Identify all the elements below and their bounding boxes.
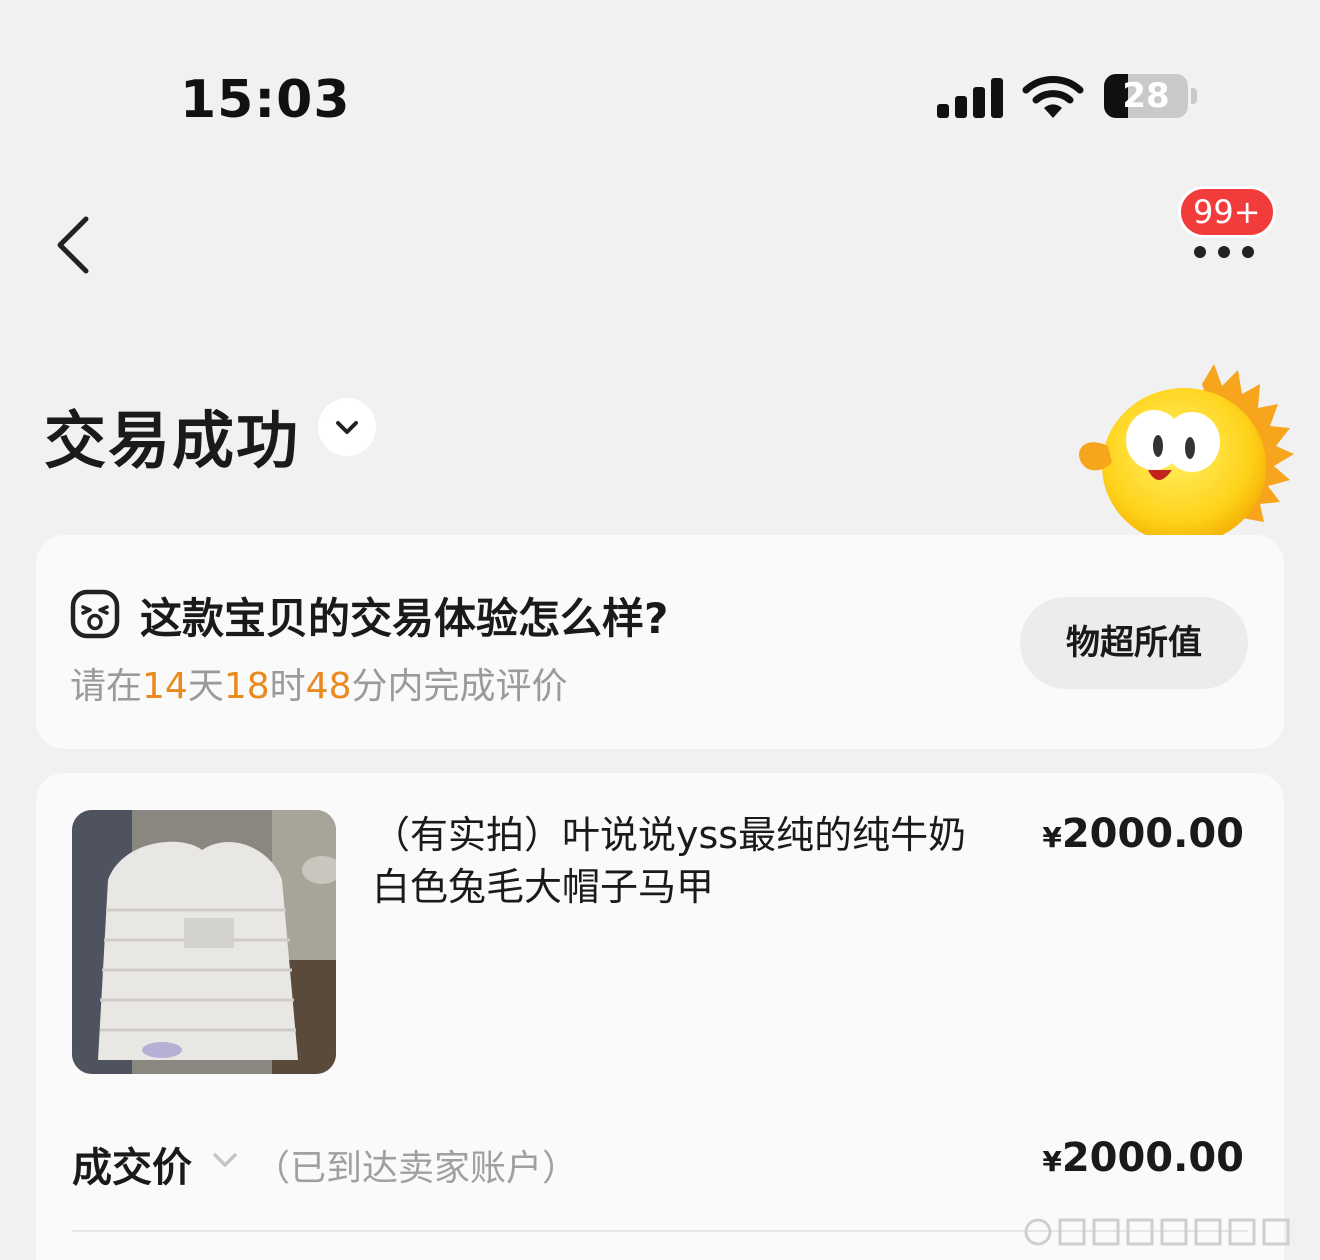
chevron-down-icon	[213, 1153, 237, 1167]
product-price-currency: ¥	[1042, 821, 1062, 854]
watermark-logo	[1024, 1218, 1290, 1246]
deadline-minutes: 48	[305, 666, 352, 707]
deadline-suffix: 分内完成评价	[351, 666, 568, 707]
review-deadline: 请在14天18时48分内完成评价	[70, 657, 568, 709]
deadline-days: 14	[142, 666, 188, 707]
page-title: 交易成功	[44, 404, 301, 477]
mascot-fish-icon	[1078, 364, 1294, 538]
order-detail-page: 15:03 28 99+ 交易成功 这款宝贝的交易体验怎么样? 请在14天18时…	[0, 0, 1320, 1260]
deal-expand-button[interactable]	[208, 1145, 242, 1175]
deadline-days-unit: 天	[187, 666, 224, 707]
more-dot	[1218, 246, 1230, 258]
wifi-icon	[1022, 76, 1084, 118]
deal-price-note: （已到达卖家账户）	[254, 1148, 579, 1189]
more-dots-icon	[1194, 246, 1206, 258]
face-icon	[70, 589, 120, 639]
deal-price-label: 成交价	[72, 1145, 192, 1191]
battery-level: 28	[1122, 76, 1170, 116]
chevron-left-icon	[57, 216, 89, 274]
battery-icon: 28	[1104, 74, 1188, 118]
status-dropdown-button[interactable]	[318, 398, 376, 456]
battery-cap	[1191, 88, 1197, 104]
product-price-value: 2000.00	[1061, 811, 1244, 857]
deal-price-currency: ¥	[1042, 1145, 1062, 1178]
review-question: 这款宝贝的交易体验怎么样?	[140, 594, 669, 643]
product-image[interactable]	[72, 810, 336, 1074]
chevron-down-icon	[336, 421, 358, 434]
rate-good-value-button[interactable]: 物超所值	[1020, 597, 1248, 689]
more-dot	[1242, 246, 1254, 258]
deadline-hours: 18	[223, 666, 270, 707]
review-card: 这款宝贝的交易体验怎么样? 请在14天18时48分内完成评价 物超所值	[36, 535, 1284, 749]
notification-badge: 99+	[1178, 186, 1276, 238]
back-button[interactable]	[50, 215, 100, 275]
product-price: ¥2000.00	[1042, 811, 1244, 857]
deadline-hours-unit: 时	[269, 666, 306, 707]
order-card: （有实拍）叶说说yss最纯的纯牛奶 白色兔毛大帽子马甲 ¥2000.00 成交价…	[36, 773, 1284, 1260]
signal-icon	[937, 76, 1003, 118]
deadline-prefix: 请在	[70, 666, 143, 707]
deal-price-value: 2000.00	[1061, 1135, 1244, 1181]
more-button[interactable]	[1190, 240, 1260, 264]
deal-price: ¥2000.00	[1042, 1135, 1244, 1181]
status-time: 15:03	[180, 70, 351, 130]
product-title[interactable]: （有实拍）叶说说yss最纯的纯牛奶 白色兔毛大帽子马甲	[372, 809, 992, 913]
